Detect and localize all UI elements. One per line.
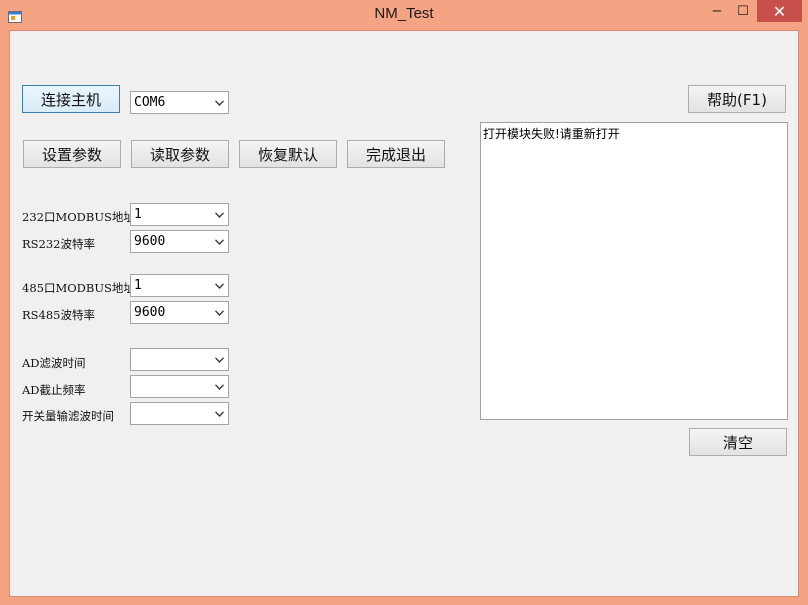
output-text: 打开模块失败!请重新打开: [483, 127, 620, 141]
maximize-button[interactable]: ☐: [730, 0, 756, 22]
rs485-baud-label: RS485波特率: [22, 308, 95, 322]
title-bar[interactable]: NM_Test − ☐ ✕: [0, 0, 808, 30]
chevron-down-icon[interactable]: [210, 376, 228, 397]
di-filter-label: 开关量输滤波时间: [22, 409, 114, 423]
client-area: 连接主机 COM6 帮助(F1) 设置参数 读取参数 恢复默认 完成退出 232…: [9, 30, 799, 597]
help-button[interactable]: 帮助(F1): [688, 85, 786, 113]
rs232-baud-label: RS232波特率: [22, 237, 95, 251]
app-window: NM_Test − ☐ ✕ 连接主机 COM6 帮助(F1) 设置参数 读取参数…: [0, 0, 808, 605]
ad-cutoff-label: AD截止频率: [22, 383, 86, 397]
chevron-down-icon[interactable]: [210, 302, 228, 323]
minimize-button[interactable]: −: [700, 0, 734, 22]
rs232-addr-select[interactable]: 1: [130, 203, 229, 226]
rs485-addr-select[interactable]: 1: [130, 274, 229, 297]
finish-exit-button[interactable]: 完成退出: [347, 140, 445, 168]
chevron-down-icon[interactable]: [210, 403, 228, 424]
rs232-baud-select[interactable]: 9600: [130, 230, 229, 253]
output-log[interactable]: 打开模块失败!请重新打开: [480, 122, 788, 420]
rs232-baud-value: 9600: [134, 234, 166, 249]
close-icon: ✕: [772, 1, 787, 21]
maximize-icon: ☐: [737, 3, 749, 19]
chevron-down-icon[interactable]: [210, 275, 228, 296]
window-title: NM_Test: [374, 5, 434, 22]
chevron-down-icon[interactable]: [210, 349, 228, 370]
ad-filter-select[interactable]: [130, 348, 229, 371]
rs485-baud-select[interactable]: 9600: [130, 301, 229, 324]
ad-filter-label: AD滤波时间: [22, 356, 86, 370]
clear-button[interactable]: 清空: [689, 428, 787, 456]
port-value: COM6: [134, 95, 166, 110]
minimize-icon: −: [711, 3, 723, 19]
set-params-button[interactable]: 设置参数: [23, 140, 121, 168]
port-select[interactable]: COM6: [130, 91, 229, 114]
close-button[interactable]: ✕: [757, 0, 802, 22]
connect-button[interactable]: 连接主机: [22, 85, 120, 113]
rs232-addr-label: 232口MODBUS地址: [22, 210, 135, 224]
restore-default-button[interactable]: 恢复默认: [239, 140, 337, 168]
ad-cutoff-select[interactable]: [130, 375, 229, 398]
chevron-down-icon[interactable]: [210, 92, 228, 113]
read-params-button[interactable]: 读取参数: [131, 140, 229, 168]
di-filter-select[interactable]: [130, 402, 229, 425]
chevron-down-icon[interactable]: [210, 204, 228, 225]
rs485-addr-value: 1: [134, 278, 142, 293]
rs232-addr-value: 1: [134, 207, 142, 222]
rs485-addr-label: 485口MODBUS地址: [22, 281, 135, 295]
chevron-down-icon[interactable]: [210, 231, 228, 252]
rs485-baud-value: 9600: [134, 305, 166, 320]
